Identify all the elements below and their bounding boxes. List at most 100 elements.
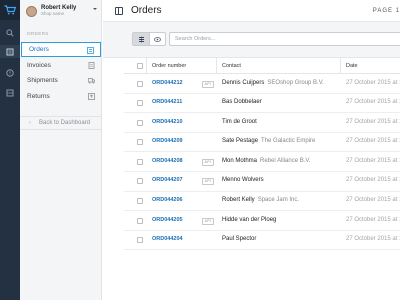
table-row[interactable]: ORD044208 API Mon Mothma Rebel Alliance B.V… <box>124 152 400 172</box>
row-checkbox[interactable] <box>137 158 143 165</box>
row-checkbox[interactable] <box>137 139 143 146</box>
order-number-link[interactable]: ORD044206 <box>152 197 183 203</box>
contact-name: Menno Wolvers <box>222 177 264 184</box>
page-title: Orders <box>131 5 162 16</box>
contact-name: Dennis Cuijpers <box>222 79 265 86</box>
contact-name: Hidde van der Ploeg <box>222 216 277 223</box>
column-header-date[interactable]: Date <box>346 63 358 69</box>
sidebar-item-label: Returns <box>27 93 50 100</box>
order-date: 27 October 2015 at 12:44 <box>346 157 400 164</box>
orders-table: Order number Contact Date ORD044212 API De… <box>124 58 400 251</box>
contact-name: Sate Pestage <box>222 138 259 145</box>
contact-name: Bas Dobbelaer <box>222 99 262 106</box>
return-icon <box>88 93 95 100</box>
help-icon[interactable] <box>5 68 15 78</box>
list-view-button[interactable] <box>133 33 149 45</box>
order-date: 27 October 2015 at 12:44 <box>346 177 400 184</box>
search-input[interactable]: Search Orders... <box>169 32 400 46</box>
back-label: Back to Dashboard <box>39 120 91 126</box>
api-badge: API <box>202 217 214 225</box>
select-all-checkbox[interactable] <box>137 63 143 69</box>
order-date: 27 October 2015 at 12:44 <box>346 236 400 243</box>
avatar <box>26 5 37 17</box>
table-row[interactable]: ORD044204 Paul Spector 27 October 2015 at … <box>124 231 400 251</box>
contact-company: SEOshop Group B.V. <box>267 79 324 86</box>
contact-company: Rebel Alliance B.V. <box>260 157 311 164</box>
row-checkbox[interactable] <box>137 217 143 224</box>
contact-company: Space Jam Inc. <box>257 197 300 204</box>
contact-name: Robert Kelly <box>222 197 255 204</box>
chevron-down-icon[interactable] <box>93 8 97 10</box>
api-badge: API <box>202 80 214 88</box>
column-header-order[interactable]: Order number <box>152 63 186 69</box>
chevron-left-icon: ‹ <box>29 120 31 126</box>
contact-company: The Galactic Empire <box>261 138 316 145</box>
table-row[interactable]: ORD044210 Tim de Groot 27 October 2015 at … <box>124 113 400 133</box>
search-icon[interactable] <box>5 28 15 38</box>
page-indicator: PAGE 1 <box>372 8 400 14</box>
rail-orders-icon[interactable] <box>0 45 20 58</box>
row-checkbox[interactable] <box>137 119 143 126</box>
table-header: Order number Contact Date <box>124 58 400 74</box>
table-row[interactable]: ORD044205 API Hidde van der Ploeg 27 Octobe… <box>124 211 400 231</box>
api-badge: API <box>202 178 214 186</box>
sidebar-item-shipments[interactable]: Shipments <box>20 73 101 88</box>
row-checkbox[interactable] <box>137 237 143 244</box>
order-date: 27 October 2015 at 12:44 <box>346 118 400 125</box>
table-body: ORD044212 API Dennis Cuijpers SEOshop Group… <box>124 74 400 251</box>
order-number-link[interactable]: ORD044210 <box>152 119 183 125</box>
sidebar-item-label: Invoices <box>27 62 51 69</box>
page-header: Orders PAGE 1 <box>103 0 400 22</box>
cart-logo-icon[interactable] <box>0 0 20 20</box>
eye-icon <box>154 36 161 42</box>
view-toggle <box>132 32 166 46</box>
sidebar-item-orders[interactable]: Orders <box>21 42 101 57</box>
shop-name: Shop name <box>41 10 65 16</box>
sidebar-item-label: Shipments <box>27 77 58 84</box>
table-row[interactable]: ORD044211 Bas Dobbelaer 27 October 2015 at… <box>124 94 400 114</box>
contact-cell: Mon Mothma Rebel Alliance B.V. <box>222 158 311 164</box>
list-view-icon <box>138 36 144 42</box>
row-checkbox[interactable] <box>137 80 143 87</box>
contact-name: Mon Mothma <box>222 157 258 164</box>
row-checkbox[interactable] <box>137 178 143 185</box>
contact-cell: Menno Wolvers <box>222 177 264 183</box>
invoice-icon <box>88 62 95 69</box>
orders-icon <box>87 47 94 54</box>
contact-name: Paul Spector <box>222 236 257 243</box>
order-number-link[interactable]: ORD044204 <box>152 236 183 242</box>
order-date: 27 October 2015 at 12:44 <box>346 79 400 86</box>
grid-icon[interactable] <box>5 88 15 98</box>
sidebar-item-returns[interactable]: Returns <box>20 89 101 104</box>
table-row[interactable]: ORD044212 API Dennis Cuijpers SEOshop Group… <box>124 74 400 94</box>
filter-view-button[interactable] <box>149 33 165 45</box>
sidebar-item-label: Orders <box>29 46 49 53</box>
table-row[interactable]: ORD044209 Sate Pestage The Galactic Empire… <box>124 133 400 153</box>
sidebar-item-invoices[interactable]: Invoices <box>20 58 101 73</box>
order-number-link[interactable]: ORD044209 <box>152 138 183 144</box>
column-header-contact[interactable]: Contact <box>222 63 241 69</box>
back-to-dashboard-link[interactable]: ‹ Back to Dashboard <box>20 116 101 130</box>
order-number-link[interactable]: ORD044205 <box>152 217 183 223</box>
order-number-link[interactable]: ORD044211 <box>152 99 182 105</box>
orders-header-icon <box>115 7 123 15</box>
order-date: 27 October 2015 at 12:44 <box>346 138 400 145</box>
user-menu[interactable]: Robert Kelly Shop name <box>20 0 102 22</box>
row-checkbox[interactable] <box>137 100 143 107</box>
order-number-link[interactable]: ORD044207 <box>152 177 183 183</box>
order-date: 27 October 2015 at 12:44 <box>346 197 400 204</box>
column-divider <box>146 58 147 74</box>
order-date: 27 October 2015 at 12:44 <box>346 216 400 223</box>
column-divider <box>216 58 217 74</box>
column-divider <box>340 58 341 74</box>
contact-cell: Sate Pestage The Galactic Empire <box>222 138 315 144</box>
row-checkbox[interactable] <box>137 198 143 205</box>
table-row[interactable]: ORD044207 API Menno Wolvers 27 October 2015… <box>124 172 400 192</box>
order-number-link[interactable]: ORD044208 <box>152 158 183 164</box>
truck-icon <box>88 78 95 84</box>
table-row[interactable]: ORD044206 Robert Kelly Space Jam Inc. 27 Oc… <box>124 192 400 212</box>
order-number-link[interactable]: ORD044212 <box>152 80 183 86</box>
api-badge: API <box>202 158 214 166</box>
section-title: ORDERS <box>27 31 49 36</box>
contact-cell: Tim de Groot <box>222 119 257 125</box>
